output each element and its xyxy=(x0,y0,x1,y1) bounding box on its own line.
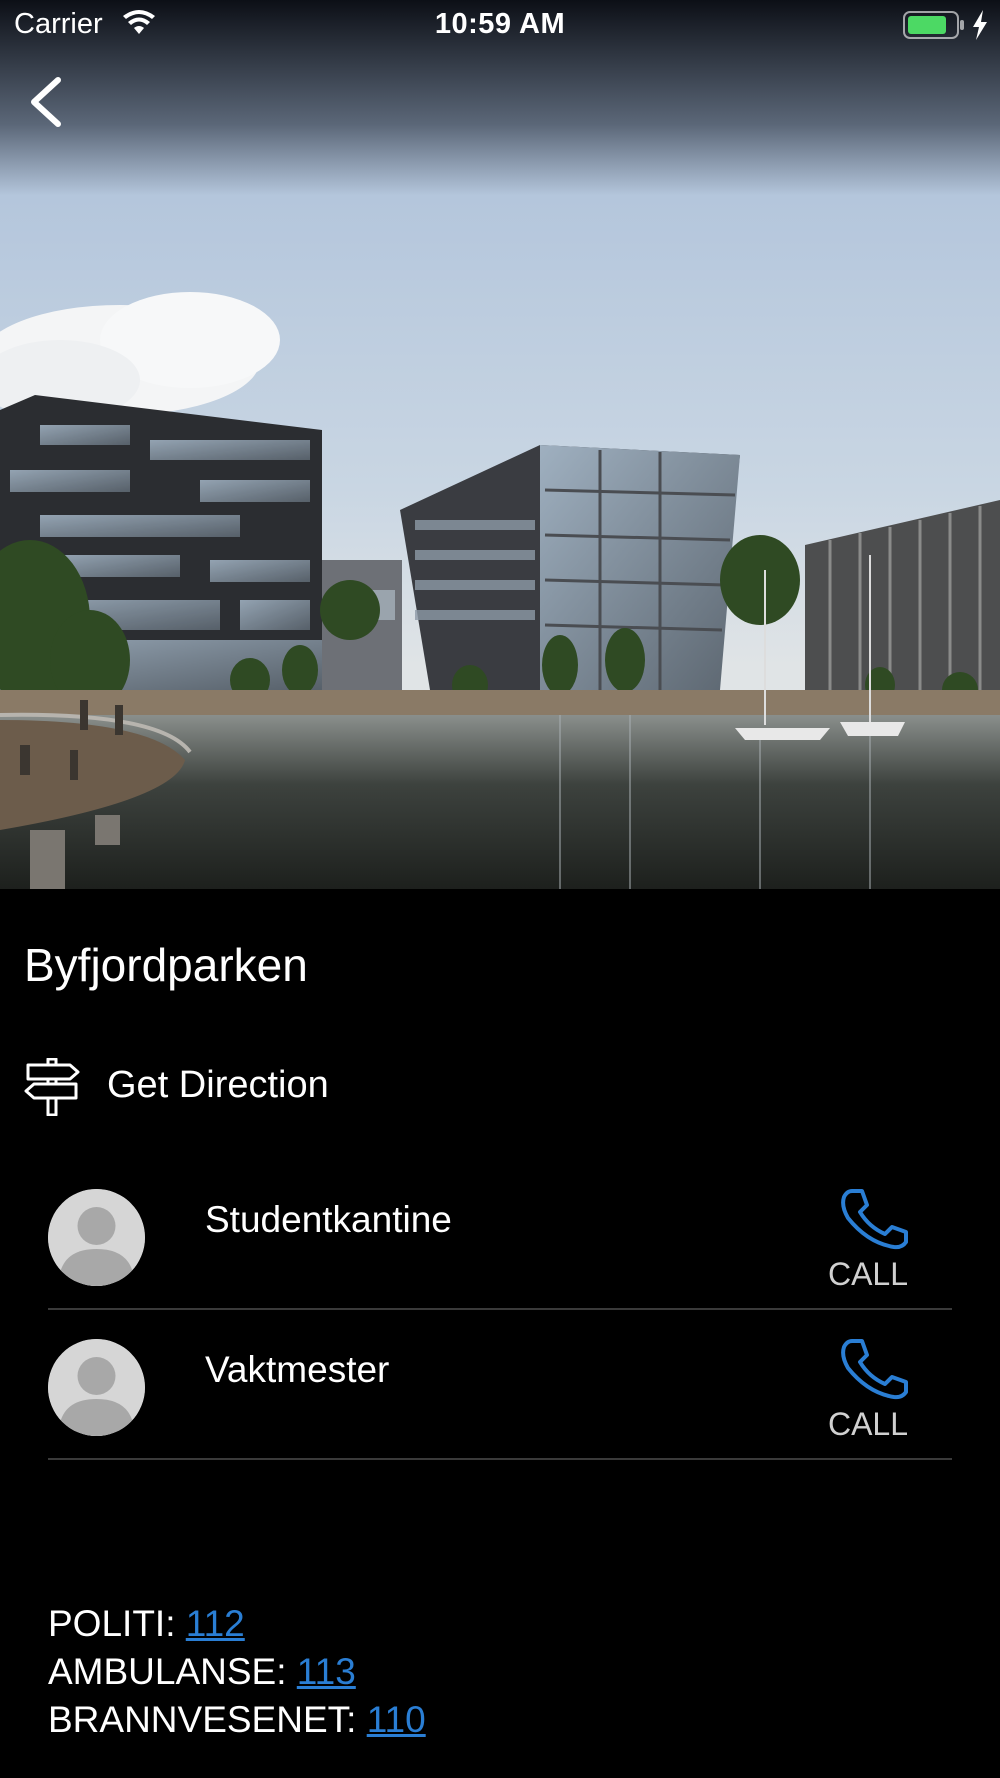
person-placeholder-icon xyxy=(48,1339,145,1436)
hero-image xyxy=(0,0,1000,889)
ambulance-number-link[interactable]: 113 xyxy=(297,1651,356,1692)
avatar xyxy=(48,1339,145,1436)
avatar xyxy=(48,1189,145,1286)
get-direction-button[interactable]: Get Direction xyxy=(24,1052,524,1116)
call-label: CALL xyxy=(827,1406,909,1442)
emergency-line-fire: BRANNVESENET: 110 xyxy=(48,1696,426,1744)
call-button[interactable]: CALL xyxy=(816,1338,920,1448)
chevron-left-icon xyxy=(31,77,61,127)
person-placeholder-icon xyxy=(48,1189,145,1286)
fire-number-link[interactable]: 110 xyxy=(367,1699,426,1740)
page-title: Byfjordparken xyxy=(24,939,308,991)
contact-row: Vaktmester CALL xyxy=(48,1310,952,1460)
contact-name: Studentkantine xyxy=(205,1199,452,1240)
signpost-icon xyxy=(24,1058,80,1116)
contact-name: Vaktmester xyxy=(205,1349,390,1390)
emergency-line-ambulance: AMBULANSE: 113 xyxy=(48,1648,426,1696)
phone-icon xyxy=(841,1189,908,1250)
emergency-label: BRANNVESENET: xyxy=(48,1699,367,1740)
back-button[interactable] xyxy=(22,72,72,132)
police-number-link[interactable]: 112 xyxy=(186,1603,245,1644)
get-direction-label: Get Direction xyxy=(107,1064,329,1106)
call-button[interactable]: CALL xyxy=(816,1188,920,1298)
emergency-label: AMBULANSE: xyxy=(48,1651,297,1692)
call-label: CALL xyxy=(827,1256,909,1292)
emergency-numbers: POLITI: 112 AMBULANSE: 113 BRANNVESENET:… xyxy=(48,1600,426,1744)
status-bar: Carrier 10:59 AM xyxy=(0,0,1000,50)
battery-icon xyxy=(903,11,964,39)
phone-icon xyxy=(841,1339,908,1400)
status-time: 10:59 AM xyxy=(434,8,566,40)
contact-list: Studentkantine CALL Vaktmester CALL xyxy=(48,1160,952,1460)
charging-bolt-icon xyxy=(973,10,987,40)
emergency-label: POLITI: xyxy=(48,1603,186,1644)
emergency-line-police: POLITI: 112 xyxy=(48,1600,426,1648)
contact-row: Studentkantine CALL xyxy=(48,1160,952,1310)
